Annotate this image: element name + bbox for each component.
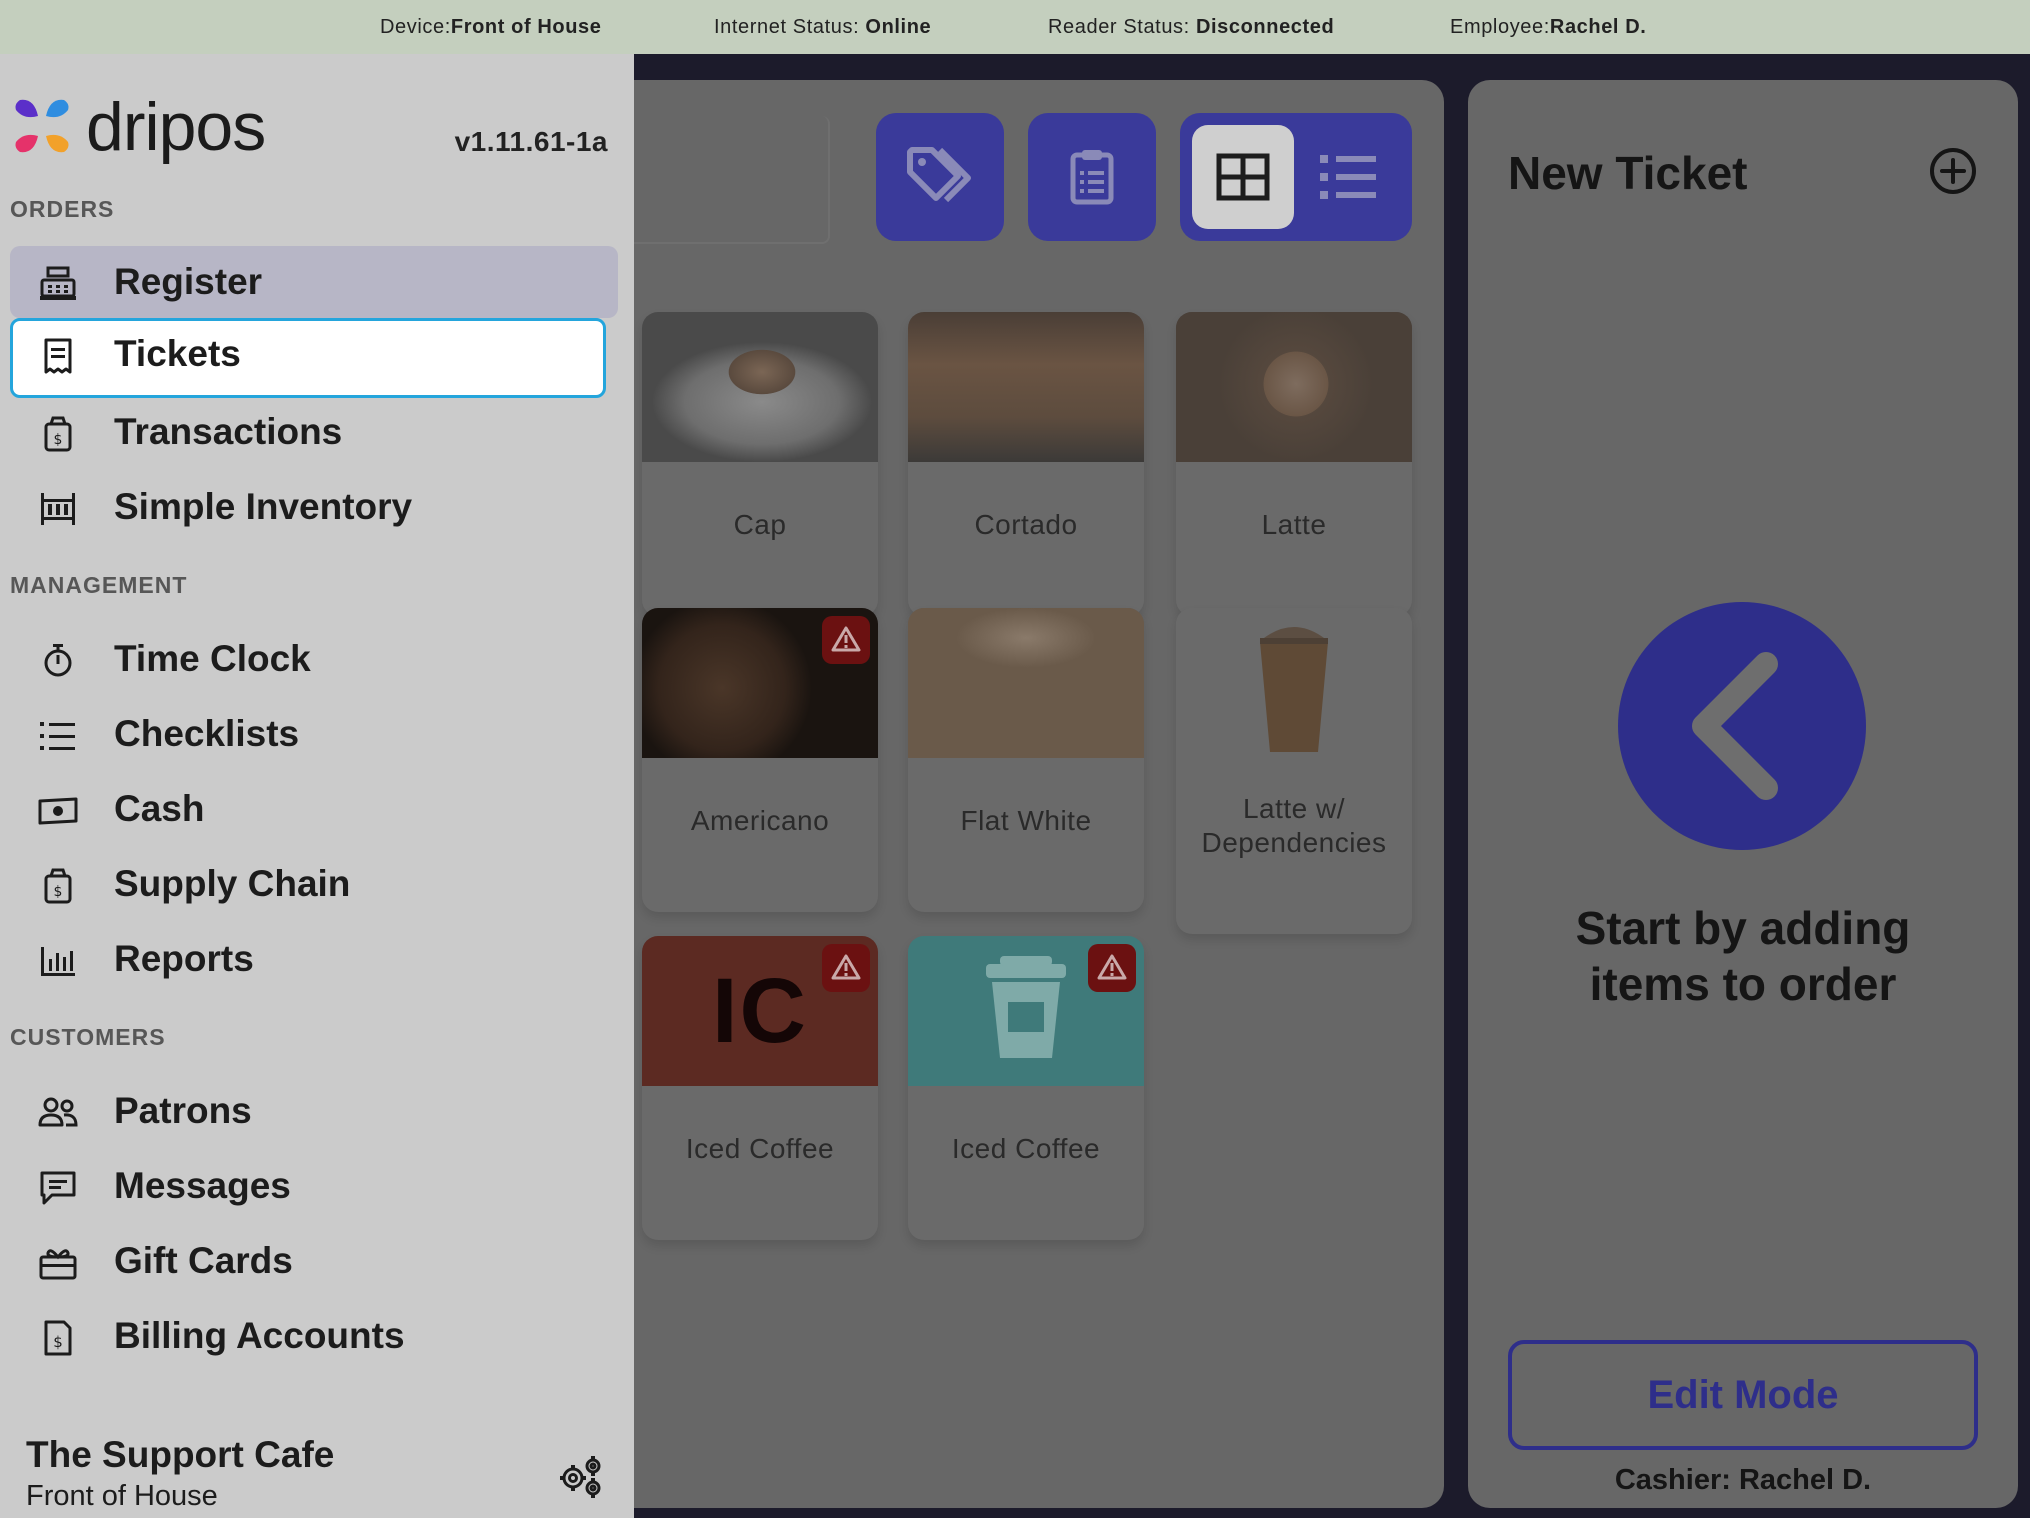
warning-icon [1097,954,1127,980]
product-card-iced-coffee-1[interactable]: IC Iced Coffee [642,936,878,1240]
banknote-icon [38,797,78,825]
sidebar-item-checklists[interactable]: Checklists [10,698,618,770]
stopwatch-icon [44,644,72,677]
product-card-cortado[interactable]: Cortado [908,312,1144,616]
sidebar-item-label: Supply Chain [114,863,351,904]
warning-badge [1088,944,1136,992]
sidebar-item-label: Gift Cards [114,1240,293,1281]
brand-name: dripos [86,89,266,165]
view-toggle [1180,113,1412,241]
sidebar-item-label: Transactions [114,411,343,452]
warning-badge [822,944,870,992]
sidebar-item-simple-inventory[interactable]: Simple Inventory [10,471,618,543]
warning-icon [831,626,861,652]
cash-register-icon [40,266,76,300]
employee-status: Employee:Rachel D. [1450,16,1647,38]
tag-icon [907,147,971,203]
cortado-image [908,312,1144,462]
products-panel: Cap Cortado Latte Americano Flat White L… [560,80,1444,1508]
gift-icon [39,1249,77,1280]
sidebar-item-supply-chain[interactable]: $ Supply Chain [10,848,618,920]
device-status: Device:Front of House [380,16,602,38]
back-button[interactable] [1618,602,1866,850]
product-card-flat-white[interactable]: Flat White [908,608,1144,912]
grid-view-button[interactable] [1192,125,1294,229]
empty-ticket-message: Start by adding items to order [1575,902,1911,1010]
svg-text:$: $ [54,884,63,900]
sidebar-item-transactions[interactable]: $ Transactions [10,396,618,468]
app-version: v1.11.61-1a [454,126,608,157]
product-card-latte[interactable]: Latte [1176,312,1412,616]
money-bag-icon: $ [44,868,72,904]
grid-icon [1216,153,1270,201]
receipt-icon [44,338,72,374]
ticket-title: New Ticket [1508,147,1748,199]
sidebar: dripos v1.11.61-1a ORDERS Register Ticke… [0,54,634,1518]
sidebar-item-messages[interactable]: Messages [10,1150,618,1222]
sidebar-item-reports[interactable]: Reports [10,923,618,995]
sidebar-item-register[interactable]: Register [10,246,618,318]
location-device: Front of House [26,1480,218,1512]
location-name: The Support Cafe [26,1434,335,1475]
status-bar: Device:Front of House Internet Status: O… [0,0,2030,54]
svg-text:$: $ [53,1333,63,1351]
section-management: MANAGEMENT [10,572,188,598]
ticket-panel: New Ticket Start by adding items to orde… [1468,80,2018,1508]
settings-gears-icon[interactable] [556,1454,604,1498]
discount-button[interactable] [876,113,1004,241]
bar-chart-icon [41,947,75,976]
sidebar-item-label: Messages [114,1165,291,1206]
message-icon [40,1171,76,1205]
internet-status: Internet Status: Online [714,16,932,38]
sidebar-item-gift-cards[interactable]: Gift Cards [10,1225,618,1297]
sidebar-item-time-clock[interactable]: Time Clock [10,623,618,695]
sidebar-item-label: Billing Accounts [114,1315,405,1356]
product-card-latte-w-dependencies[interactable]: Latte w/ Dependencies [1176,608,1412,934]
sidebar-item-label: Checklists [114,713,300,754]
sidebar-item-label: Simple Inventory [114,486,413,527]
inventory-icon [41,493,75,525]
sidebar-item-billing-accounts[interactable]: $ Billing Accounts [10,1300,618,1372]
sidebar-item-label: Reports [114,938,254,979]
svg-text:$: $ [54,432,63,448]
chevron-left-icon [1692,652,1778,800]
money-bag-icon: $ [44,416,72,452]
flat-white-image [908,608,1144,758]
cap-image [642,312,878,462]
sidebar-item-patrons[interactable]: Patrons [10,1075,618,1147]
sidebar-item-label: Tickets [114,333,241,374]
latte-image [1176,312,1412,462]
sidebar-item-cash[interactable]: Cash [10,773,618,845]
list-icon [40,722,75,750]
latte-w-dependencies-image [1176,608,1412,758]
iced-drink-image [1260,627,1328,752]
dripos-logo-icon [15,99,69,153]
clipboard-button[interactable] [1028,113,1156,241]
product-card-americano[interactable]: Americano [642,608,878,912]
sidebar-item-label: Patrons [114,1090,252,1131]
sidebar-item-label: Time Clock [114,638,311,679]
reader-status: Reader Status: Disconnected [1048,16,1335,38]
warning-badge [822,616,870,664]
cashier-label: Cashier: Rachel D. [1614,1464,1872,1496]
product-card-iced-coffee-2[interactable]: Iced Coffee [908,936,1144,1240]
sidebar-item-tickets[interactable]: Tickets [10,318,606,398]
invoice-icon: $ [44,1320,72,1356]
warning-icon [831,954,861,980]
edit-mode-button[interactable]: Edit Mode [1508,1340,1978,1450]
users-icon [38,1097,78,1127]
sidebar-item-label: Cash [114,788,205,829]
section-orders: ORDERS [10,196,115,222]
sidebar-item-label: Register [114,261,263,302]
product-card-cap[interactable]: Cap [642,312,878,616]
section-customers: CUSTOMERS [10,1024,166,1050]
list-view-button[interactable] [1320,155,1376,199]
clipboard-icon [1070,150,1114,205]
add-ticket-icon[interactable] [1928,146,1978,196]
